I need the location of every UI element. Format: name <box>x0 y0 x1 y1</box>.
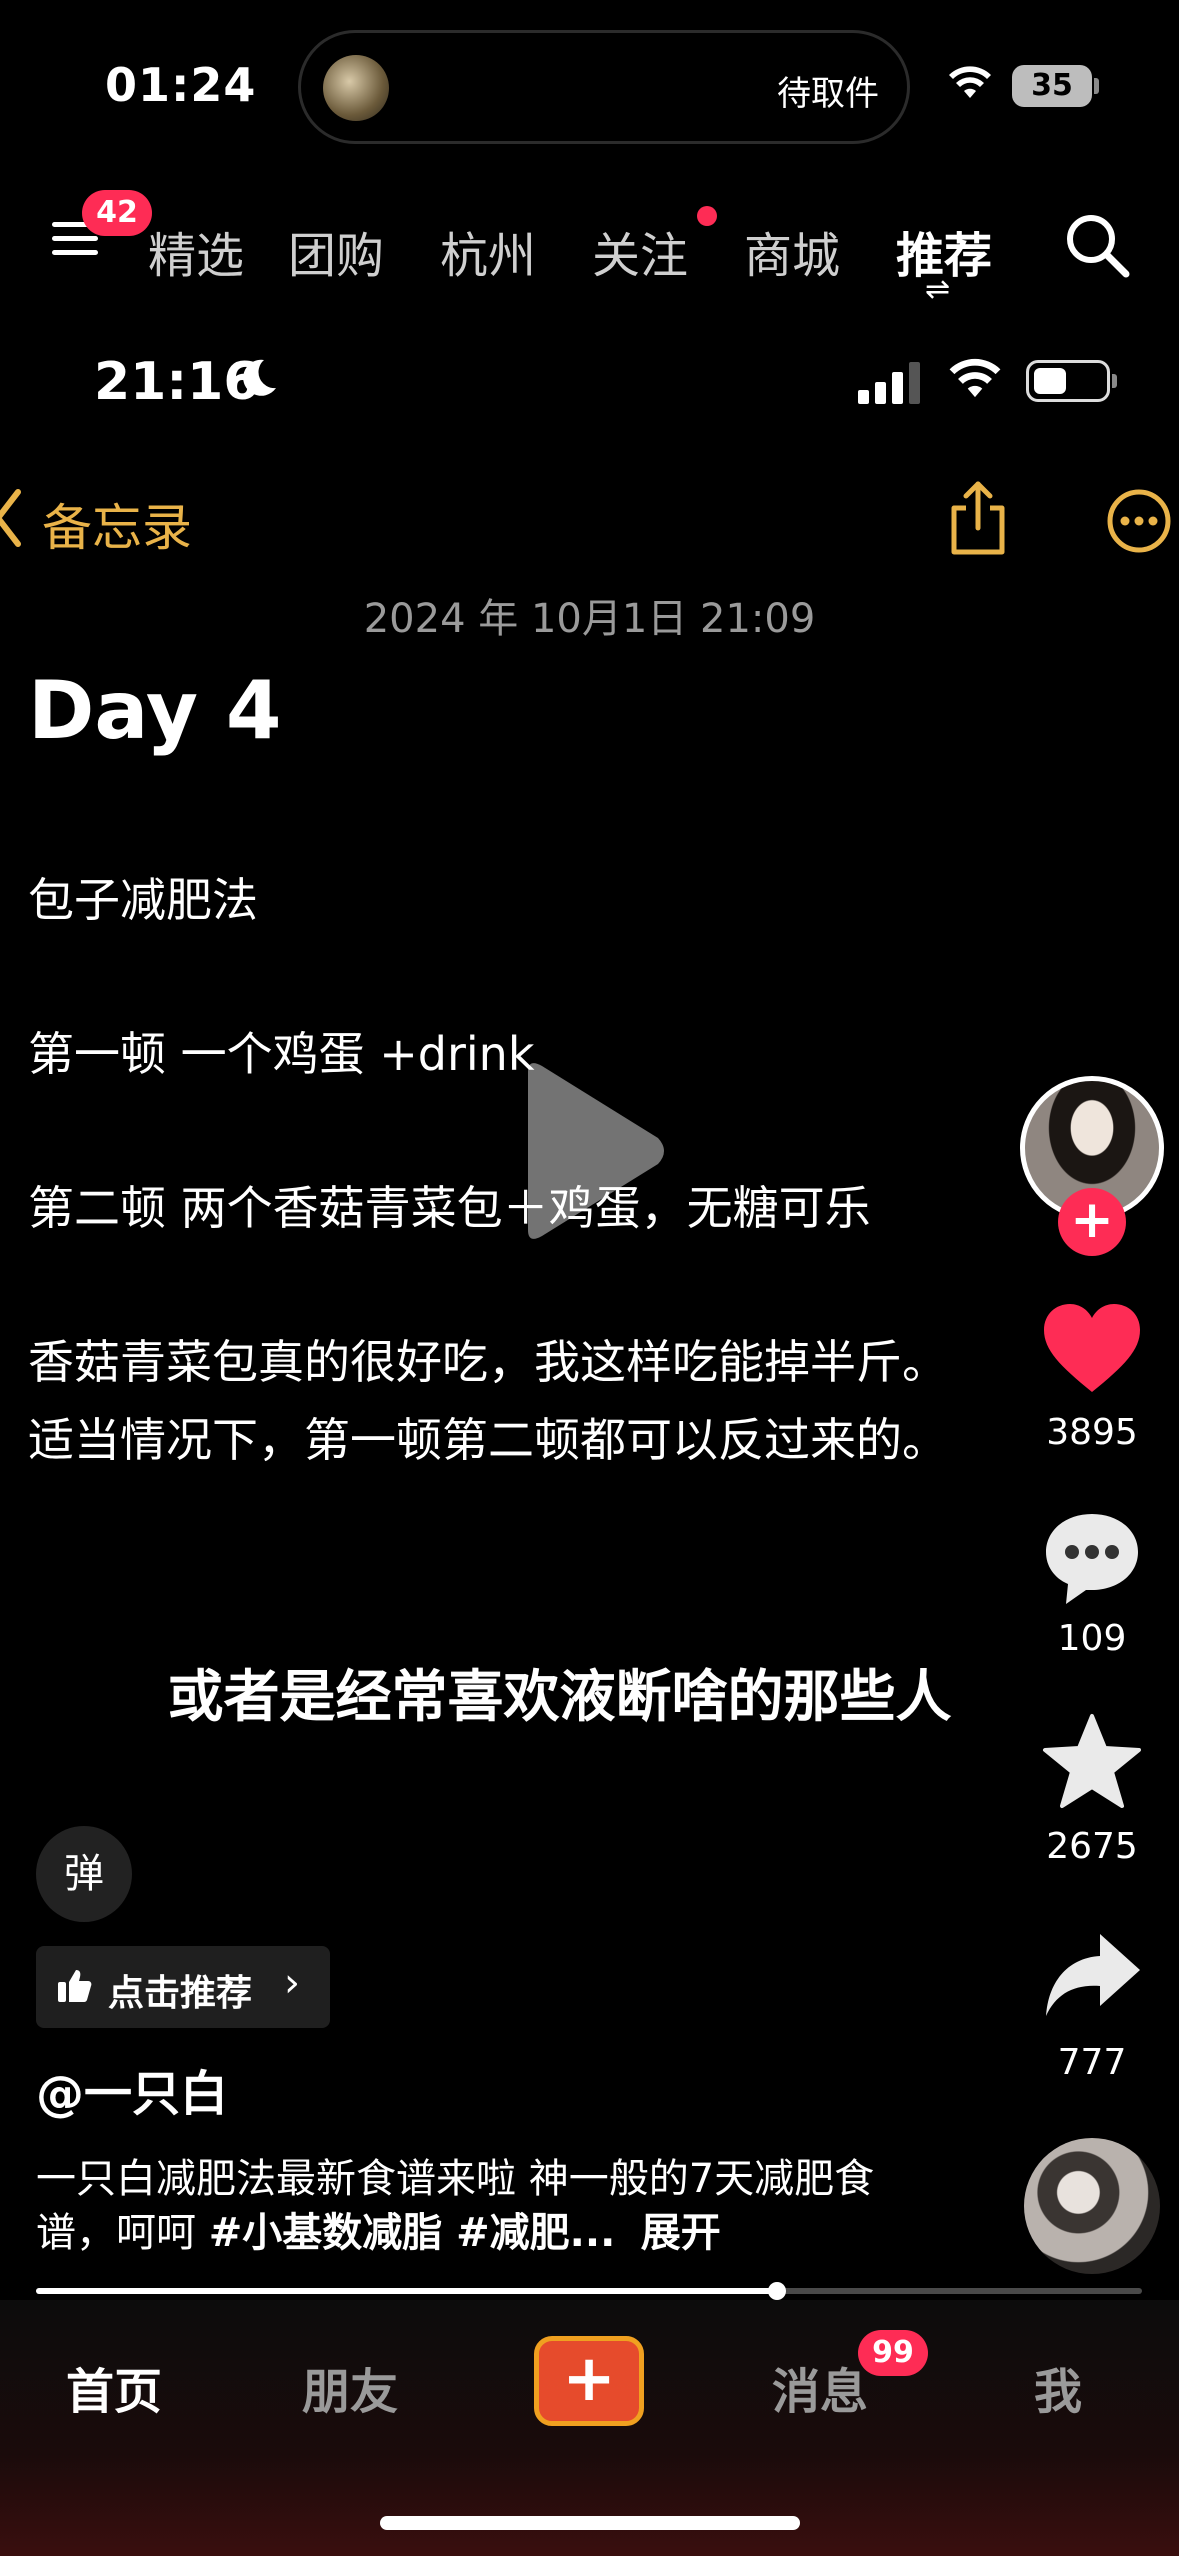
hashtags[interactable]: #小基数减脂 #减肥... <box>209 2210 616 2256</box>
favorite-count: 2675 <box>1046 1826 1138 1867</box>
tab-home[interactable]: 首页 <box>66 2352 162 2422</box>
tab-me[interactable]: 我 <box>1034 2352 1082 2422</box>
battery-indicator: 35 <box>1012 65 1099 107</box>
danmaku-toggle[interactable]: 弹 <box>36 1826 132 1922</box>
package-thumbnail <box>323 55 389 121</box>
share-icon[interactable] <box>946 478 1010 558</box>
progress-knob[interactable] <box>768 2282 787 2300</box>
heart-icon[interactable] <box>1040 1300 1144 1400</box>
pickup-label: 待取件 <box>777 74 879 114</box>
note-date: 2024 年 10月1日 21:09 <box>363 596 816 642</box>
notes-back-link[interactable]: 备忘录 <box>42 488 192 560</box>
progress-fill <box>36 2288 778 2294</box>
tab-hangzhou[interactable]: 杭州 <box>440 216 536 286</box>
chevron-left-icon[interactable] <box>0 486 24 550</box>
moon-icon <box>243 359 276 396</box>
tab-following[interactable]: 关注 <box>592 216 688 286</box>
note-battery-icon <box>1026 360 1117 402</box>
note-title: Day 4 <box>28 664 282 757</box>
like-count: 3895 <box>1046 1412 1138 1453</box>
messages-badge: 99 <box>858 2330 928 2376</box>
tab-group-buy[interactable]: 团购 <box>288 216 384 286</box>
chevron-right-icon: › <box>284 1960 300 2006</box>
share-count: 777 <box>1057 2042 1127 2083</box>
share-arrow-icon[interactable] <box>1040 1928 1144 2028</box>
tab-friends[interactable]: 朋友 <box>302 2352 398 2422</box>
note-status-time: 21:16 <box>94 352 260 412</box>
create-post-button[interactable]: + <box>534 2336 644 2426</box>
tab-messages[interactable]: 消息 <box>772 2352 868 2422</box>
home-indicator <box>380 2516 800 2530</box>
author-name[interactable]: @一只白 <box>36 2054 228 2124</box>
follow-button[interactable]: + <box>1058 1188 1126 1256</box>
following-dot <box>697 206 717 226</box>
note-line: 适当情况下，第一顿第二顿都可以反过来的。 <box>28 1413 948 1467</box>
recommend-button[interactable]: 点击推荐 › <box>36 1946 330 2028</box>
comment-icon[interactable] <box>1040 1508 1144 1608</box>
comment-count: 109 <box>1057 1618 1127 1659</box>
note-line: 第一顿 一个鸡蛋 +drink <box>28 1027 535 1081</box>
dynamic-island[interactable]: 待取件 <box>298 30 910 144</box>
wifi-icon <box>949 66 991 98</box>
music-disc[interactable] <box>1024 2138 1160 2274</box>
status-time: 01:24 <box>105 58 257 112</box>
video-description[interactable]: 一只白减肥法最新食谱来啦 神一般的7天减肥食谱，呵呵 #小基数减脂 #减肥...… <box>36 2152 936 2260</box>
menu-badge: 42 <box>82 190 152 236</box>
tab-featured[interactable]: 精选 <box>148 216 244 286</box>
search-icon[interactable] <box>1062 210 1132 280</box>
thumbs-up-icon <box>58 1970 92 2002</box>
note-wifi-icon <box>949 358 1001 398</box>
note-line: 包子减肥法 <box>28 873 258 927</box>
tab-mall[interactable]: 商城 <box>744 216 840 286</box>
video-subtitle: 或者是经常喜欢液断啥的那些人 <box>167 1665 952 1730</box>
note-line: 香菇青菜包真的很好吃，我这样吃能掉半斤。 <box>28 1335 948 1389</box>
play-icon[interactable] <box>508 1058 668 1244</box>
cellular-signal-icon <box>858 362 920 404</box>
recommend-label: 点击推荐 <box>108 1973 253 2014</box>
swap-icon: ⇌ <box>925 272 951 307</box>
expand-link[interactable]: 展开 <box>641 2210 721 2256</box>
video-progress-bar[interactable] <box>36 2282 1142 2300</box>
more-options-icon[interactable] <box>1106 488 1172 554</box>
note-line: 第二顿 两个香菇青菜包＋鸡蛋，无糖可乐 <box>28 1181 871 1235</box>
star-icon[interactable] <box>1040 1712 1144 1812</box>
